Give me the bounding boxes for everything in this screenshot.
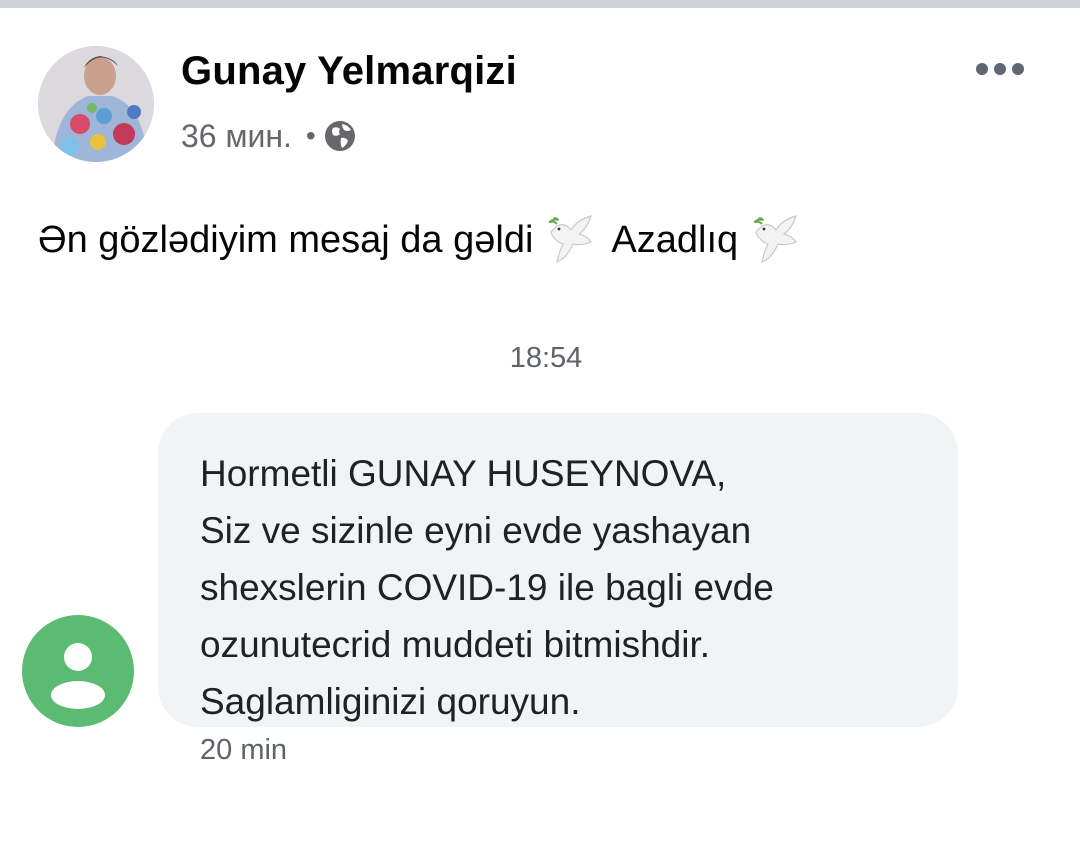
facebook-post-screenshot: Gunay Yelmarqizi 36 мин. • Ən gözlədiyim… — [0, 0, 1080, 856]
meta-separator: • — [305, 120, 316, 151]
more-options-icon — [1012, 63, 1024, 75]
post-text: Ən gözlədiyim mesaj da gəldi Azadlıq — [38, 212, 804, 268]
globe-icon[interactable] — [324, 120, 356, 152]
more-options-button[interactable] — [968, 54, 1032, 84]
dove-icon — [753, 215, 798, 263]
sms-message-line: Saglamliginizi qoruyun. — [200, 681, 581, 722]
sms-timestamp: 18:54 — [509, 342, 583, 374]
top-divider — [0, 0, 1080, 8]
sms-sender-avatar[interactable] — [22, 615, 134, 727]
sms-message-line: ozunutecrid muddeti bitmishdir. — [200, 624, 711, 665]
post-text-part1: Ən gözlədiyim mesaj da gəldi — [38, 218, 534, 261]
sms-message-line: Siz ve sizinle eyni evde yashayan — [200, 510, 752, 551]
more-options-icon — [994, 63, 1006, 75]
person-icon — [51, 643, 105, 709]
post-text-part2: Azadlıq — [611, 218, 739, 261]
sms-message-line: shexslerin COVID-19 ile bagli evde — [200, 567, 774, 608]
dove-icon — [548, 215, 593, 263]
sms-message-line: Hormetli GUNAY HUSEYNOVA, — [200, 453, 727, 494]
post-timestamp[interactable]: 36 мин. — [181, 118, 292, 155]
sms-message-bubble[interactable]: Hormetli GUNAY HUSEYNOVA, Siz ve sizinle… — [158, 413, 958, 727]
sms-relative-time: 20 min — [200, 734, 288, 766]
more-options-icon — [976, 63, 988, 75]
author-avatar[interactable] — [38, 46, 154, 162]
author-name[interactable]: Gunay Yelmarqizi — [181, 49, 517, 94]
post-meta: 36 мин. • — [181, 114, 356, 158]
author-photo — [38, 46, 154, 162]
